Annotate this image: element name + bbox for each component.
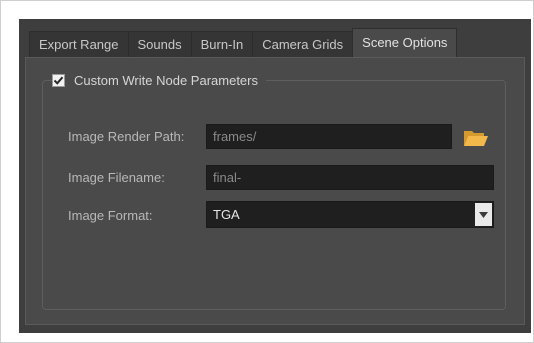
screenshot-frame: Export Range Sounds Burn-In Camera Grids… [0, 0, 534, 343]
tab-export-range[interactable]: Export Range [29, 31, 129, 57]
export-dialog-panel: Export Range Sounds Burn-In Camera Grids… [19, 19, 531, 333]
group-header: Custom Write Node Parameters [52, 70, 266, 90]
tab-sounds[interactable]: Sounds [127, 31, 192, 57]
filename-input[interactable]: final- [206, 165, 494, 190]
format-label: Image Format: [68, 208, 153, 223]
folder-open-icon[interactable] [462, 127, 490, 149]
scene-options-tab-content: Custom Write Node Parameters Image Rende… [25, 57, 525, 325]
tab-scene-options[interactable]: Scene Options [352, 28, 458, 57]
chevron-down-icon [479, 211, 488, 218]
tab-camera-grids[interactable]: Camera Grids [252, 31, 354, 57]
format-select[interactable]: TGA [206, 201, 494, 228]
format-select-value: TGA [213, 207, 240, 222]
filename-label: Image Filename: [68, 170, 165, 185]
render-path-input[interactable]: frames/ [206, 124, 452, 149]
checkmark-icon [53, 76, 64, 85]
tab-bar: Export Range Sounds Burn-In Camera Grids… [29, 28, 458, 57]
custom-write-node-checkbox[interactable] [52, 73, 65, 87]
group-title: Custom Write Node Parameters [74, 72, 258, 88]
tab-burn-in[interactable]: Burn-In [190, 31, 254, 57]
dropdown-button[interactable] [475, 203, 492, 226]
render-path-label: Image Render Path: [68, 129, 185, 144]
custom-write-node-group [42, 80, 506, 310]
